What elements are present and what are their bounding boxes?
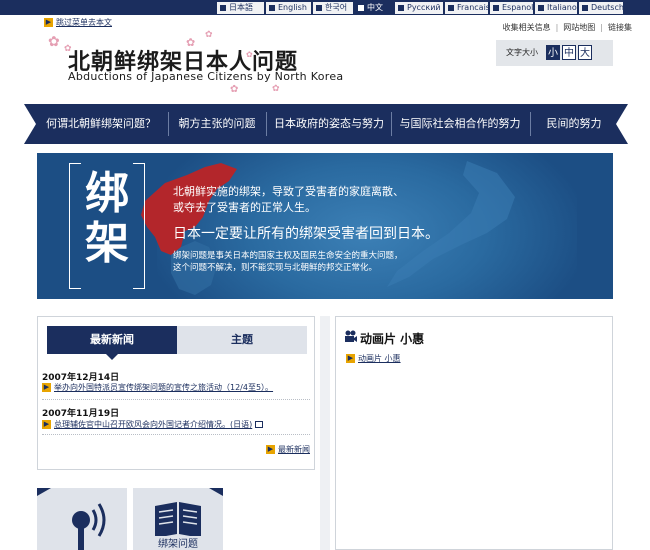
video-section-title: 动画片 小惠 bbox=[360, 332, 425, 346]
arrow-right-icon: ▶ bbox=[42, 383, 51, 392]
cherry-blossom-icon: ✿ bbox=[272, 84, 280, 94]
news-link[interactable]: ▶ 举办向外国特派员宣传绑架问题的宣传之旅活动（12/4至5）。 bbox=[42, 382, 273, 393]
more-news-link[interactable]: ▶ 最新新闻 bbox=[266, 444, 310, 455]
cherry-blossom-icon: ✿ bbox=[230, 84, 239, 95]
nav-item-dprk-claims[interactable]: 朝方主张的问题 bbox=[170, 104, 264, 144]
font-size-medium-button[interactable]: 中 bbox=[562, 45, 576, 60]
font-size-control: 文字大小 小 中 大 bbox=[496, 40, 613, 66]
hero-kanji: 绑架 bbox=[85, 168, 129, 269]
site-subtitle: Abductions of Japanese Citizens by North… bbox=[68, 70, 344, 83]
lang-german[interactable]: Deutsch bbox=[579, 2, 623, 14]
hero-text-line-4: 绑架问题是事关日本的国家主权及国民生命安全的重大问题， bbox=[173, 251, 403, 261]
nav-item-government-efforts[interactable]: 日本政府的姿态与努力 bbox=[268, 104, 390, 144]
hero-banner[interactable]: 绑架 北朝鲜实施的绑架，导致了受害者的家庭离散、 或夺去了受害者的正常人生。 日… bbox=[37, 153, 613, 299]
tab-latest-news[interactable]: 最新新闻 bbox=[47, 326, 177, 360]
nav-item-international-cooperation[interactable]: 与国际社会相合作的努力 bbox=[392, 104, 528, 144]
lang-japanese[interactable]: 日本語 bbox=[217, 2, 264, 14]
news-panel: 最新新闻 主题 2007年12月14日 ▶ 举办向外国特派员宣传绑架问题的宣传之旅… bbox=[37, 316, 315, 470]
sitemap-link[interactable]: 网站地图 bbox=[563, 23, 595, 32]
video-panel: 动画片 小惠 ▶ 动画片 小惠 bbox=[335, 316, 613, 550]
audio-box[interactable] bbox=[37, 488, 127, 550]
skip-link-text: 跳过菜单去本文 bbox=[56, 18, 112, 27]
news-link[interactable]: ▶ 总理辅佐官中山召开欧风会向外国记者介绍情况。(日语) bbox=[42, 419, 264, 430]
video-link[interactable]: ▶ 动画片 小惠 bbox=[346, 353, 401, 364]
arrow-right-icon: ▶ bbox=[44, 18, 53, 27]
language-bar: 日本語 English 한국어 中文 Русский Francais Espa… bbox=[0, 0, 650, 15]
hero-headline: 日本一定要让所有的绑架受害者回到日本。 bbox=[173, 226, 439, 242]
nav-item-civil-efforts[interactable]: 民间的努力 bbox=[532, 104, 616, 144]
external-window-icon bbox=[255, 421, 264, 428]
audio-icon bbox=[37, 488, 106, 550]
lang-korean[interactable]: 한국어 bbox=[313, 2, 353, 14]
arrow-right-icon: ▶ bbox=[266, 445, 275, 454]
skip-to-content-link[interactable]: ▶ 跳过菜单去本文 bbox=[44, 17, 112, 28]
cherry-blossom-icon: ✿ bbox=[48, 34, 60, 50]
font-size-large-button[interactable]: 大 bbox=[578, 45, 592, 60]
utility-links: 收集相关信息 | 网站地图 | 链接集 bbox=[502, 23, 632, 32]
hero-text-line-2: 或夺去了受害者的正常人生。 bbox=[173, 201, 316, 214]
arrow-right-icon: ▶ bbox=[42, 420, 51, 429]
main-nav: 何谓北朝鲜绑架问题？ 朝方主张的问题 日本政府的姿态与努力 与国际社会相合作的努… bbox=[24, 104, 628, 144]
lang-english[interactable]: English bbox=[266, 2, 311, 14]
nav-item-what-is-abduction[interactable]: 何谓北朝鲜绑架问题？ bbox=[36, 104, 166, 144]
info-collection-link[interactable]: 收集相关信息 bbox=[503, 23, 551, 32]
links-link[interactable]: 链接集 bbox=[608, 23, 632, 32]
lang-french[interactable]: Francais bbox=[445, 2, 488, 14]
hero-text-line-1: 北朝鲜实施的绑架，导致了受害者的家庭离散、 bbox=[173, 185, 404, 198]
cherry-blossom-icon: ✿ bbox=[205, 30, 213, 40]
abduction-issue-box[interactable]: 绑架问题 bbox=[133, 488, 223, 550]
arrow-right-icon: ▶ bbox=[346, 354, 355, 363]
abduction-issue-caption: 绑架问题 bbox=[158, 539, 198, 550]
film-camera-icon bbox=[345, 330, 357, 342]
lang-italian[interactable]: Italiano bbox=[535, 2, 577, 14]
hero-text-line-5: 这个问题不解决，则不能实现与北朝鲜的邦交正常化。 bbox=[173, 263, 378, 273]
font-size-label: 文字大小 bbox=[506, 48, 538, 57]
book-icon bbox=[155, 488, 223, 538]
font-size-small-button[interactable]: 小 bbox=[546, 45, 560, 60]
news-date: 2007年11月19日 bbox=[42, 409, 120, 419]
lang-russian[interactable]: Русский bbox=[395, 2, 443, 14]
lang-chinese[interactable]: 中文 bbox=[355, 2, 393, 14]
tab-theme[interactable]: 主题 bbox=[177, 326, 307, 354]
lang-spanish[interactable]: Espanol bbox=[490, 2, 533, 14]
